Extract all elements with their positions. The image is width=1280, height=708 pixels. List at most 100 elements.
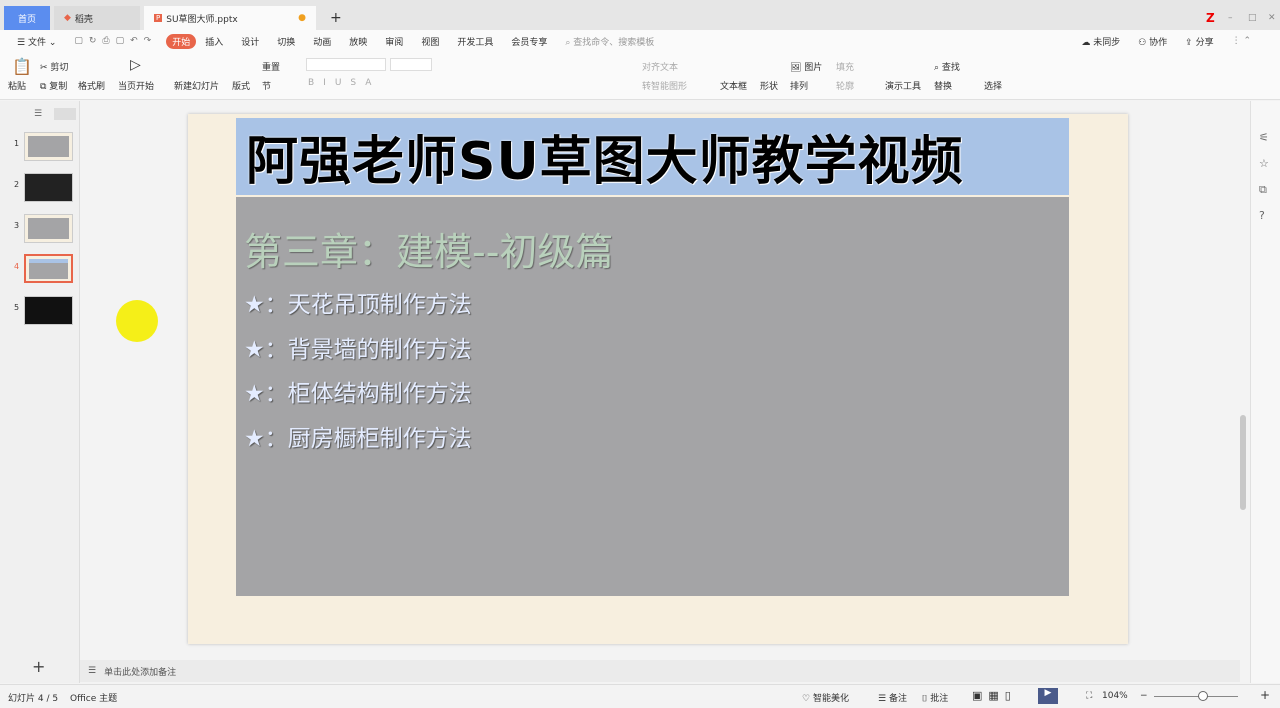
menu-view[interactable]: 视图: [412, 35, 448, 48]
menu-slideshow[interactable]: 放映: [340, 35, 376, 48]
quick-access-icons[interactable]: ▢↻⎙▢↶↷: [65, 36, 166, 46]
zoom-out-button[interactable]: −: [1140, 691, 1148, 701]
properties-icon[interactable]: ⚟: [1259, 125, 1269, 151]
thumbnail-view-icon[interactable]: [54, 108, 76, 120]
collapse-ribbon-icon[interactable]: ⋮ ⌃: [1223, 36, 1260, 46]
slide-thumbnail-5[interactable]: [24, 296, 73, 325]
file-label: 文件: [27, 37, 46, 48]
notes-area[interactable]: ☰ 单击此处添加备注: [80, 660, 1240, 682]
slide-thumbnail-4[interactable]: [24, 254, 73, 283]
cursor-highlight: [116, 300, 158, 342]
section-button[interactable]: 节: [262, 79, 271, 92]
menu-transition[interactable]: 切换: [268, 35, 304, 48]
find-label: 查找: [941, 63, 960, 73]
layout-button[interactable]: 版式: [232, 79, 250, 92]
menu-member[interactable]: 会员专享: [502, 35, 556, 48]
sync-button[interactable]: ☁ 未同步: [1072, 35, 1129, 48]
thumb-number: 3: [14, 221, 20, 230]
slide-canvas[interactable]: 阿强老师SU草图大师教学视频 第三章：建模--初级篇 ★：天花吊顶制作方法 ★：…: [188, 114, 1128, 644]
tab-document[interactable]: P SU草图大师.pptx ●: [144, 6, 316, 30]
select-button[interactable]: 选择: [984, 79, 1002, 92]
thumb-number: 5: [14, 303, 20, 312]
slide-title[interactable]: 阿强老师SU草图大师教学视频: [236, 118, 1069, 195]
thumb-number: 2: [14, 180, 20, 189]
menu-animation[interactable]: 动画: [304, 35, 340, 48]
align-text-button[interactable]: 对齐文本: [642, 60, 678, 73]
help-icon[interactable]: ?: [1259, 203, 1269, 229]
slide-counter: 幻灯片 4 / 5: [8, 694, 59, 704]
font-family-select[interactable]: [306, 58, 386, 71]
copy-icon[interactable]: ⧉: [1259, 177, 1269, 203]
menu-insert[interactable]: 插入: [196, 35, 232, 48]
cut-button[interactable]: ✂ 剪切: [40, 60, 68, 73]
menu-home[interactable]: 开始: [166, 33, 197, 49]
reset-button[interactable]: 重置: [262, 60, 280, 73]
tab-home[interactable]: 首页: [4, 6, 50, 30]
slide-content-box[interactable]: 第三章：建模--初级篇 ★：天花吊顶制作方法 ★：背景墙的制作方法 ★：柜体结构…: [236, 197, 1069, 596]
file-menu[interactable]: ☰ 文件 ⌄: [8, 35, 65, 48]
thumb-number: 1: [14, 139, 20, 148]
new-tab-button[interactable]: +: [320, 6, 352, 30]
outline-button[interactable]: 轮廓: [836, 79, 854, 92]
tab-label: 稻壳: [74, 14, 93, 25]
picture-button[interactable]: 🖼 图片: [790, 60, 822, 73]
play-current-button[interactable]: 当页开始: [118, 79, 154, 92]
outline-view-icon[interactable]: ☰: [34, 109, 42, 119]
zoom-level[interactable]: 104%: [1102, 691, 1128, 701]
find-button[interactable]: ⌕ 查找: [934, 60, 960, 73]
zoom-fit-icon[interactable]: ⛶: [1086, 691, 1092, 701]
bullet-item: ★：天花吊顶制作方法: [244, 292, 472, 318]
menu-design[interactable]: 设计: [232, 35, 268, 48]
close-button[interactable]: ✕: [1258, 6, 1280, 30]
zoom-slider-handle[interactable]: [1198, 691, 1208, 701]
animation-icon[interactable]: ☆: [1259, 151, 1269, 177]
menu-bar: ☰ 文件 ⌄ ▢↻⎙▢↶↷ 开始 插入 设计 切换 动画 放映 审阅 视图 开发…: [0, 30, 1280, 52]
share-button[interactable]: ⇪ 分享: [1176, 35, 1222, 48]
notes-icon: ☰: [88, 666, 97, 676]
bullet-item: ★：背景墙的制作方法: [244, 337, 472, 363]
format-painter-button[interactable]: 格式刷: [78, 79, 105, 92]
slide-thumbnail-3[interactable]: [24, 214, 73, 243]
ribbon-toolbar: 📋 粘贴 ✂ 剪切 ⧉ 复制 格式刷 ▷ 当页开始 新建幻灯片 版式 重置 节 …: [0, 52, 1280, 100]
font-size-select[interactable]: [390, 58, 432, 71]
slide-thumbnail-2[interactable]: [24, 173, 73, 202]
collab-button[interactable]: ⚇ 协作: [1129, 35, 1176, 48]
paste-button[interactable]: 粘贴: [8, 79, 26, 92]
zoom-in-button[interactable]: +: [1260, 688, 1270, 702]
arrange-button[interactable]: 排列: [790, 79, 808, 92]
present-tools-button[interactable]: 演示工具: [885, 79, 921, 92]
menu-developer[interactable]: 开发工具: [448, 35, 502, 48]
copy-label: 复制: [49, 82, 68, 92]
share-label: 分享: [1195, 37, 1214, 48]
shape-button[interactable]: 形状: [760, 79, 778, 92]
view-mode-buttons[interactable]: ▣▦▯: [972, 689, 1017, 702]
beautify-button[interactable]: ♡ 智能美化: [802, 691, 849, 704]
slide-thumbnail-1[interactable]: [24, 132, 73, 161]
unsaved-dot-icon: ●: [298, 13, 306, 23]
comment-button[interactable]: ⌷ 批注: [922, 691, 948, 704]
smartart-button[interactable]: 转智能图形: [642, 79, 687, 92]
scrollbar-thumb[interactable]: [1240, 415, 1246, 510]
font-style-buttons[interactable]: BIUSA: [308, 78, 380, 88]
vertical-scrollbar[interactable]: [1238, 104, 1248, 624]
textbox-button[interactable]: 文本框: [720, 79, 747, 92]
menu-review[interactable]: 审阅: [376, 35, 412, 48]
zoom-slider[interactable]: [1154, 696, 1238, 697]
command-search[interactable]: ⌕ 查找命令、搜索模板: [556, 35, 663, 48]
search-icon: ⌕: [565, 37, 571, 48]
cut-label: 剪切: [50, 63, 69, 73]
play-slideshow-button[interactable]: ▶: [1038, 688, 1058, 704]
chapter-heading: 第三章：建模--初级篇: [244, 230, 614, 274]
tab-label: SU草图大师.pptx: [166, 14, 238, 25]
new-slide-button[interactable]: 新建幻灯片: [174, 79, 219, 92]
notes-label: 备注: [888, 694, 907, 704]
tab-docer[interactable]: ◆ 稻壳: [54, 6, 140, 30]
play-icon: ▷: [130, 57, 141, 73]
docer-icon: ◆: [64, 13, 71, 23]
replace-button[interactable]: 替换: [934, 79, 952, 92]
theme-name[interactable]: Office 主题: [70, 691, 117, 704]
copy-button[interactable]: ⧉ 复制: [40, 79, 67, 92]
notes-toggle[interactable]: ☰ 备注: [878, 691, 907, 704]
add-slide-button[interactable]: +: [32, 657, 45, 676]
fill-button[interactable]: 填充: [836, 60, 854, 73]
